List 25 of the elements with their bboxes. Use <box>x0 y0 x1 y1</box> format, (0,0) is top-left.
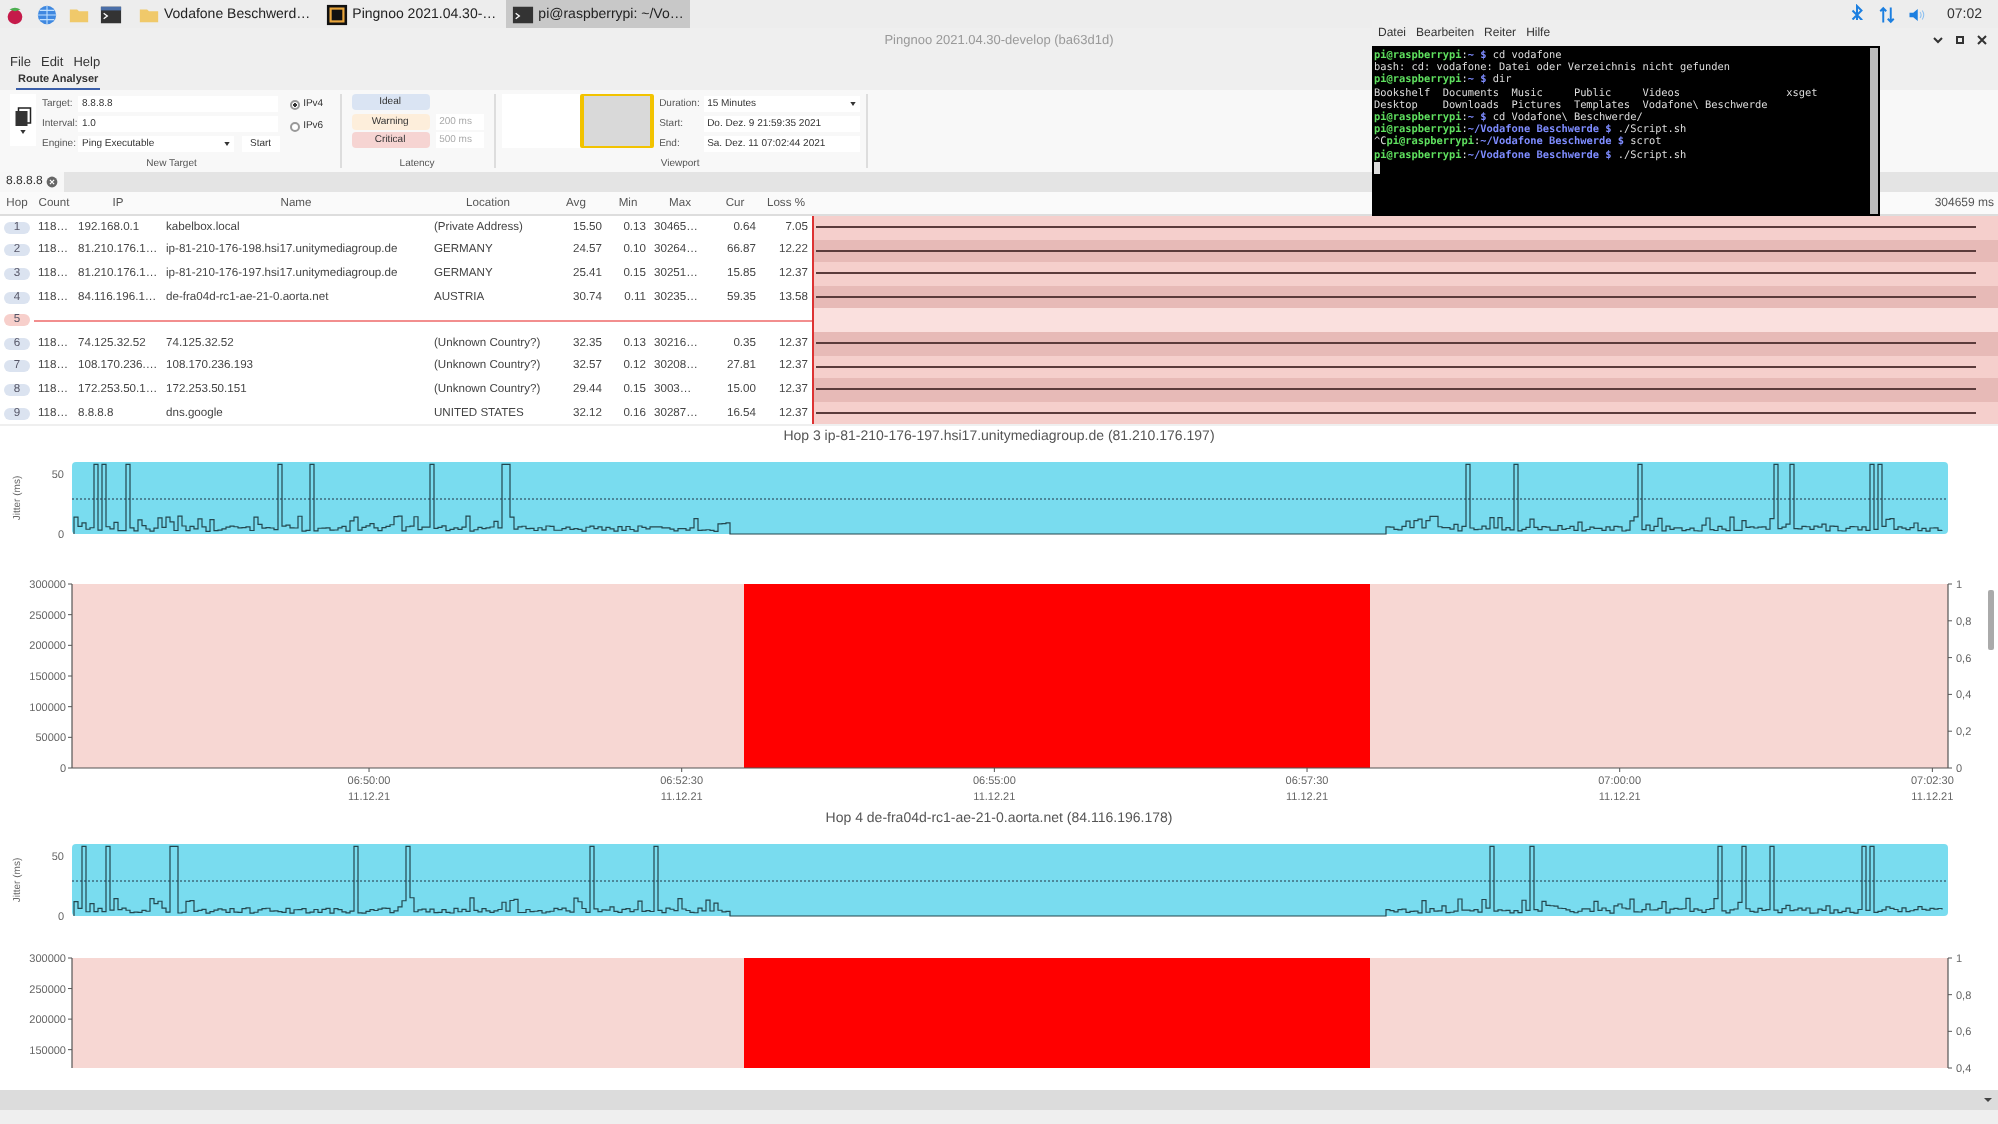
y-axis <box>67 958 73 1070</box>
scrollbar[interactable] <box>1988 590 1994 651</box>
caret-icon[interactable] <box>1982 1094 1994 1107</box>
raspberry-icon[interactable] <box>4 3 26 25</box>
caret-icon <box>20 130 26 134</box>
network-arrows-icon[interactable] <box>1878 3 1897 25</box>
targets-button[interactable] <box>10 94 36 146</box>
app-icon <box>326 3 349 25</box>
bluetooth-icon[interactable] <box>1848 3 1867 25</box>
radio-button[interactable] <box>289 99 300 109</box>
close-icon[interactable] <box>46 176 59 188</box>
terminal-icon <box>512 3 535 25</box>
documents-icon <box>14 106 32 128</box>
close-icon[interactable] <box>1974 32 1990 48</box>
maximize-icon[interactable] <box>1952 32 1968 48</box>
caret-icon <box>849 101 856 105</box>
caret-icon <box>224 141 230 145</box>
scrollbar[interactable] <box>1870 48 1878 214</box>
volume-icon[interactable] <box>1908 3 1927 25</box>
scrollbar[interactable] <box>0 1090 1998 1111</box>
terminal-icon[interactable] <box>100 3 122 25</box>
minimize-icon[interactable] <box>1930 32 1946 48</box>
y-axis <box>1947 958 1953 1070</box>
globe-icon[interactable] <box>36 3 58 25</box>
radio-button[interactable] <box>289 121 300 131</box>
